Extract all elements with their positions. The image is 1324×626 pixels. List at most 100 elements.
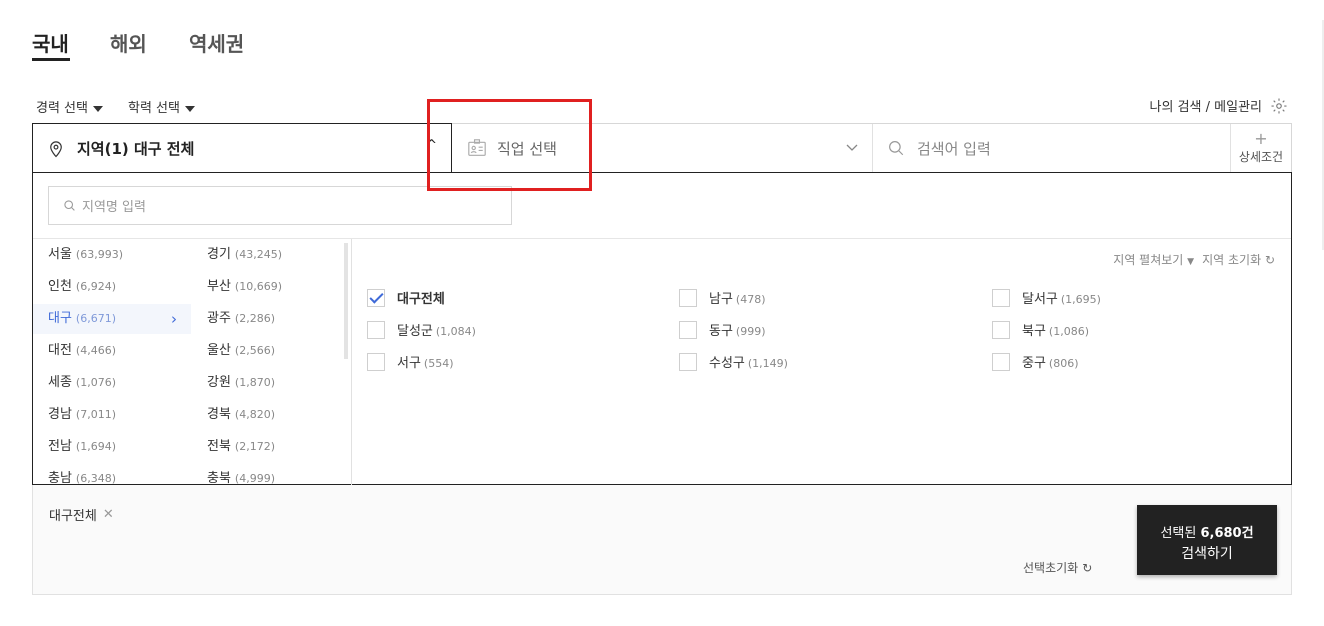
- expand-regions-button[interactable]: 지역 펼쳐보기 ▼: [1113, 251, 1194, 268]
- region-item[interactable]: 경북 (4,820): [192, 400, 322, 430]
- district-count: (999): [735, 325, 766, 338]
- region-count: (2,172): [234, 440, 275, 453]
- district-count: (478): [735, 293, 766, 306]
- education-select[interactable]: 학력 선택: [128, 97, 195, 116]
- district-count: (554): [423, 357, 454, 370]
- district-checkbox-item[interactable]: 남구 (478): [679, 288, 766, 307]
- region-name: 경북: [207, 407, 231, 422]
- district-name: 중구: [1022, 356, 1046, 371]
- district-name: 남구: [709, 292, 733, 307]
- district-count: (1,084): [435, 325, 476, 338]
- region-panel: 지역명 입력 서울 (63,993) 인천 (6,924) 대구 (6,671) › 대전 (4…: [32, 172, 1292, 485]
- checkbox[interactable]: [679, 288, 697, 307]
- checkbox[interactable]: [367, 288, 385, 307]
- region-count: (10,669): [234, 280, 282, 293]
- career-select[interactable]: 경력 선택: [36, 97, 103, 116]
- district-checkbox-item[interactable]: 달성군 (1,084): [367, 320, 476, 339]
- gear-icon: [1271, 98, 1287, 113]
- career-select-label: 경력 선택: [36, 101, 88, 116]
- advanced-conditions-label: 상세조건: [1238, 150, 1284, 164]
- reset-regions-label: 지역 초기화: [1202, 253, 1262, 267]
- region-name: 강원: [207, 375, 231, 390]
- region-count: (1,870): [234, 376, 275, 389]
- region-list-right: 경기 (43,245) 부산 (10,669) 광주 (2,286) 울산 (2,566) 강원…: [33, 173, 351, 484]
- district-name: 달성군: [397, 324, 433, 339]
- checkbox[interactable]: [367, 352, 385, 371]
- close-icon[interactable]: ✕: [103, 507, 114, 522]
- district-checkbox-item[interactable]: 대구전체: [367, 288, 448, 307]
- district-checkbox-item[interactable]: 중구 (806): [992, 352, 1079, 371]
- region-item[interactable]: 부산 (10,669): [192, 272, 322, 302]
- selection-reset-label: 선택초기화: [1023, 561, 1079, 575]
- checkbox[interactable]: [367, 320, 385, 339]
- region-count: (2,566): [234, 344, 275, 357]
- search-submit-label: 검색하기: [1181, 546, 1233, 562]
- district-count: (806): [1048, 357, 1079, 370]
- district-name: 달서구: [1022, 292, 1058, 307]
- district-name: 대구전체: [397, 292, 445, 307]
- checkbox[interactable]: [679, 320, 697, 339]
- selected-chip-label: 대구전체: [49, 509, 97, 524]
- selected-count: 6,680건: [1200, 526, 1254, 541]
- tab-domestic[interactable]: 국내: [32, 28, 69, 57]
- district-checkbox-item[interactable]: 달서구 (1,695): [992, 288, 1101, 307]
- search-submit-button[interactable]: 선택된 6,680건 검색하기: [1137, 505, 1277, 575]
- advanced-conditions-button[interactable]: + 상세조건: [1231, 124, 1291, 172]
- district-checkbox-item[interactable]: 서구 (554): [367, 352, 454, 371]
- region-tools: 지역 펼쳐보기 ▼ 지역 초기화 ↻: [1113, 251, 1275, 268]
- caret-down-icon: [184, 105, 195, 112]
- reset-regions-button[interactable]: 지역 초기화 ↻: [1202, 251, 1275, 268]
- region-selector-label: 지역(1) 대구 전체: [77, 140, 195, 158]
- selected-chip[interactable]: 대구전체 ✕: [49, 505, 114, 524]
- region-name: 충북: [207, 471, 231, 484]
- region-count: (43,245): [234, 248, 282, 261]
- checkbox[interactable]: [992, 352, 1010, 371]
- keyword-placeholder: 검색어 입력: [917, 139, 991, 158]
- region-name: 부산: [207, 279, 231, 294]
- selection-reset-button[interactable]: 선택초기화 ↻: [1023, 559, 1092, 576]
- divider: [351, 239, 352, 485]
- checkbox[interactable]: [679, 352, 697, 371]
- caret-down-icon: [92, 105, 103, 112]
- district-checkbox-item[interactable]: 동구 (999): [679, 320, 766, 339]
- search-icon: [889, 141, 904, 156]
- region-name: 전북: [207, 439, 231, 454]
- district-checkbox-item[interactable]: 북구 (1,086): [992, 320, 1089, 339]
- district-name: 동구: [709, 324, 733, 339]
- my-search-label: 나의 검색 / 메일관리: [1149, 100, 1262, 115]
- scrollbar[interactable]: [344, 243, 348, 359]
- region-name: 경기: [207, 247, 231, 262]
- education-select-label: 학력 선택: [128, 101, 180, 116]
- district-name: 수성구: [709, 356, 745, 371]
- refresh-icon: ↻: [1082, 560, 1093, 575]
- my-search-link[interactable]: 나의 검색 / 메일관리: [1150, 96, 1288, 115]
- region-name: 광주: [207, 311, 231, 326]
- region-selector[interactable]: 지역(1) 대구 전체 ^: [32, 123, 452, 173]
- region-item[interactable]: 울산 (2,566): [192, 336, 322, 366]
- keyword-input[interactable]: 검색어 입력: [873, 124, 1231, 172]
- tab-station[interactable]: 역세권: [189, 28, 244, 57]
- checkbox[interactable]: [992, 288, 1010, 307]
- chevron-down-icon: [846, 144, 858, 151]
- checkbox[interactable]: [992, 320, 1010, 339]
- expand-regions-label: 지역 펼쳐보기: [1113, 253, 1184, 267]
- tab-underline: [32, 58, 70, 61]
- district-count: (1,149): [747, 357, 788, 370]
- region-item[interactable]: 전북 (2,172): [192, 432, 322, 462]
- district-checkbox-item[interactable]: 수성구 (1,149): [679, 352, 788, 371]
- district-count: (1,086): [1048, 325, 1089, 338]
- caret-down-icon: ▼: [1187, 257, 1195, 267]
- selection-footer: 대구전체 ✕ 선택초기화 ↻ 선택된 6,680건 검색하기: [32, 485, 1292, 595]
- plus-icon: +: [1254, 129, 1268, 148]
- district-count: (1,695): [1060, 293, 1101, 306]
- location-pin-icon: [50, 140, 62, 157]
- region-item[interactable]: 충북 (4,999): [192, 464, 322, 484]
- selected-count-prefix: 선택된: [1160, 526, 1197, 541]
- selected-count-line: 선택된 6,680건: [1137, 522, 1277, 541]
- region-item[interactable]: 광주 (2,286): [192, 304, 322, 334]
- region-count: (4,820): [234, 408, 275, 421]
- region-item[interactable]: 경기 (43,245): [192, 240, 322, 270]
- region-item[interactable]: 강원 (1,870): [192, 368, 322, 398]
- search-bar: 지역(1) 대구 전체 ^ 직업 선택 검색어 입력 + 상세조건: [32, 123, 1292, 173]
- tab-overseas[interactable]: 해외: [110, 28, 147, 57]
